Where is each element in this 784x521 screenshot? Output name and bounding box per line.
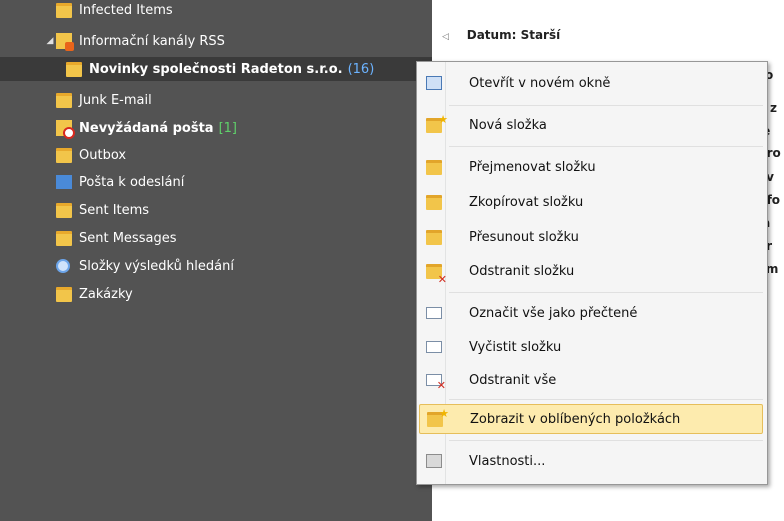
folder-label: Složky výsledků hledání — [79, 258, 234, 274]
folder-sent-items[interactable]: Sent Items — [0, 198, 488, 222]
folder-pane: Infected Items ◢ Informační kanály RSS N… — [0, 0, 498, 521]
expand-arrow-icon[interactable]: ◢ — [44, 36, 56, 46]
unread-count: (16) — [347, 61, 375, 77]
junk-folder-icon — [56, 120, 75, 139]
menu-new-folder[interactable]: Nová složka — [419, 110, 763, 140]
delete-folder-icon — [424, 261, 447, 286]
rename-folder-icon — [424, 157, 444, 177]
folder-label: Zakázky — [79, 286, 133, 302]
folder-icon — [56, 230, 72, 246]
folder-nevyzadana-posta[interactable]: Nevyžádaná pošta [1] — [0, 116, 488, 140]
favorites-icon — [425, 407, 449, 429]
folder-label: Infected Items — [79, 2, 173, 18]
folder-posta-k-odeslani[interactable]: Pošta k odeslání — [0, 170, 488, 194]
menu-delete-all[interactable]: Odstranit vše — [419, 365, 763, 395]
menu-copy-folder[interactable]: Zkopírovat složku — [419, 187, 763, 217]
context-menu: Otevřít v novém okně Nová složka Přejmen… — [416, 61, 768, 485]
menu-delete-folder[interactable]: Odstranit složku — [419, 256, 763, 286]
menu-separator — [449, 440, 763, 441]
folder-icon — [56, 2, 72, 18]
move-folder-icon — [424, 227, 444, 247]
folder-outbox[interactable]: Outbox — [0, 143, 488, 167]
new-folder-icon — [424, 113, 448, 135]
folder-infected-items[interactable]: Infected Items — [0, 0, 488, 22]
properties-icon — [424, 451, 444, 471]
folder-junk-email[interactable]: Junk E-mail — [0, 88, 488, 112]
menu-mark-all-read[interactable]: Označit vše jako přečtené — [419, 298, 763, 328]
copy-folder-icon — [424, 192, 444, 212]
group-header[interactable]: ◁ Datum: Starší — [442, 28, 560, 42]
folder-icon — [56, 92, 72, 108]
folder-icon — [56, 202, 72, 218]
new-window-icon — [424, 73, 444, 93]
collapse-arrow-icon[interactable]: ◁ — [442, 32, 449, 42]
menu-rename-folder[interactable]: Přejmenovat složku — [419, 152, 763, 182]
folder-label: Junk E-mail — [79, 92, 152, 108]
folder-icon — [56, 286, 72, 302]
menu-properties[interactable]: Vlastnosti... — [419, 446, 763, 476]
menu-move-folder[interactable]: Přesunout složku — [419, 222, 763, 252]
menu-clean-folder[interactable]: Vyčistit složku — [419, 332, 763, 362]
folder-rss-feeds[interactable]: ◢ Informační kanály RSS — [0, 29, 476, 53]
folder-label: Pošta k odeslání — [79, 174, 185, 190]
search-folder-icon — [56, 259, 70, 273]
menu-separator — [449, 399, 763, 400]
mark-all-read-icon — [424, 303, 444, 323]
menu-separator — [449, 292, 763, 293]
menu-open-new-window[interactable]: Otevřít v novém okně — [419, 68, 763, 98]
unread-count: [1] — [218, 120, 237, 136]
folder-sent-messages[interactable]: Sent Messages — [0, 226, 488, 250]
menu-separator — [449, 146, 763, 147]
folder-label: Informační kanály RSS — [79, 33, 225, 49]
menu-separator — [449, 105, 763, 106]
folder-label: Nevyžádaná pošta — [79, 120, 214, 136]
clean-folder-icon — [424, 337, 444, 357]
rss-feed-icon — [56, 33, 74, 51]
menu-show-in-favorites[interactable]: Zobrazit v oblíbených položkách — [419, 404, 763, 434]
folder-icon — [56, 147, 72, 163]
outbox-icon — [56, 175, 72, 189]
folder-label: Sent Messages — [79, 230, 177, 246]
folder-icon — [66, 61, 82, 77]
folder-label: Sent Items — [79, 202, 150, 218]
delete-all-icon — [424, 370, 446, 392]
folder-zakazky[interactable]: Zakázky — [0, 282, 488, 306]
folder-search-results[interactable]: Složky výsledků hledání — [0, 254, 488, 278]
folder-label: Outbox — [79, 147, 127, 163]
folder-label: Novinky společnosti Radeton s.r.o. — [89, 61, 343, 77]
